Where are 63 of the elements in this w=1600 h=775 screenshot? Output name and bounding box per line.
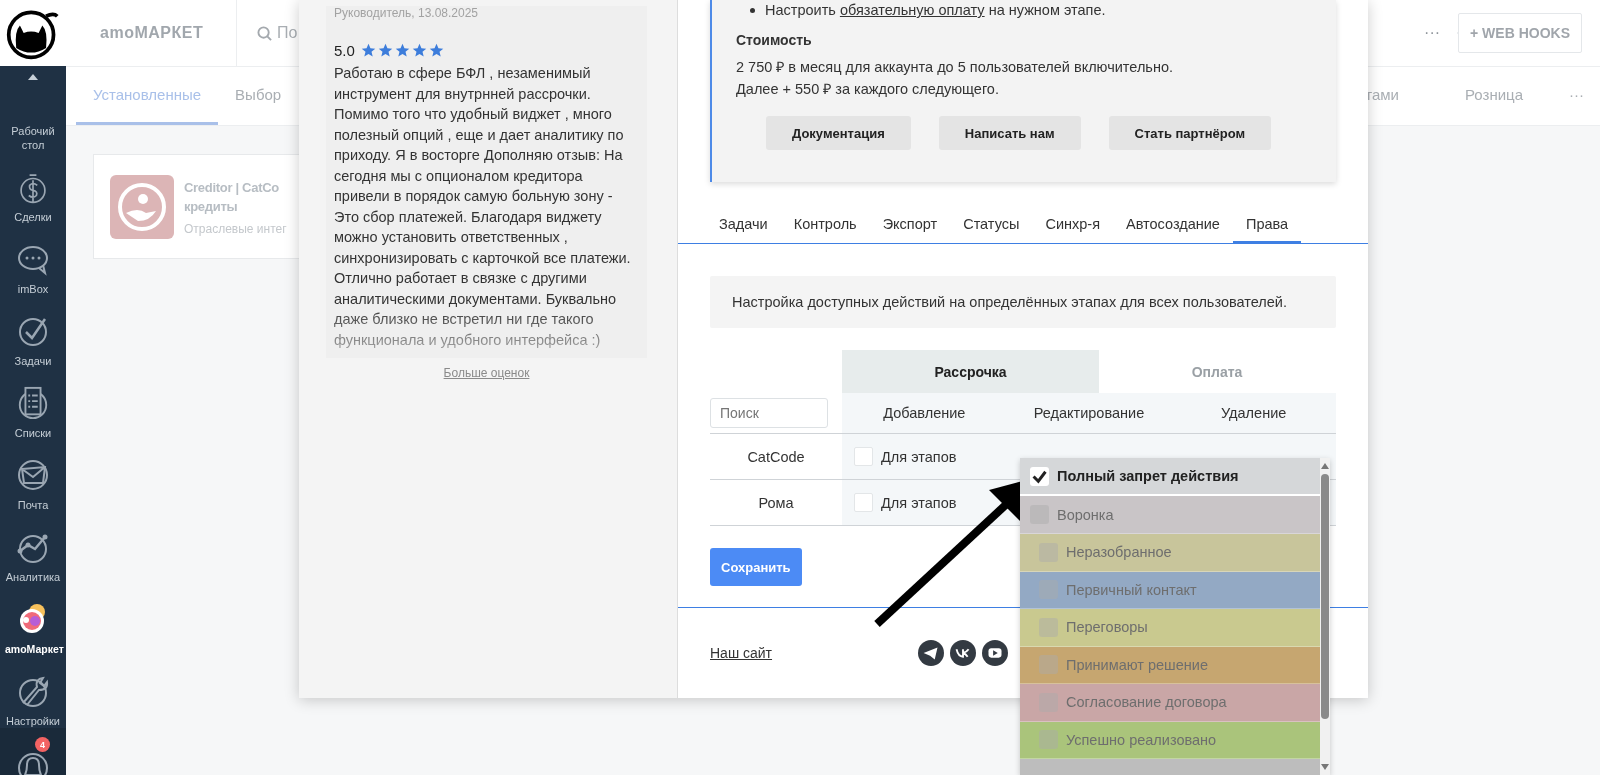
play-icon[interactable] [982, 640, 1009, 666]
star-icon [377, 43, 393, 58]
info-button[interactable]: Написать нам [938, 116, 1081, 150]
list-icon [17, 386, 49, 420]
widget-category: Отраслевые интег [184, 221, 287, 236]
tab[interactable]: Синхр-я [1032, 207, 1113, 243]
column-header: Добавление [882, 404, 967, 423]
checkbox-label: Для этапов [881, 448, 957, 465]
cost-heading: Стоимость [736, 32, 813, 48]
sidebar-item[interactable]: Списки [0, 368, 66, 440]
envelope-icon [17, 458, 49, 492]
info-text: Настроить обязательную оплату на нужном этапе. [765, 2, 1106, 18]
checkbox[interactable] [854, 493, 873, 512]
wrench-icon [17, 674, 49, 708]
star-icon [394, 43, 410, 58]
tab[interactable]: Контроль [780, 207, 870, 243]
tab[interactable]: Статусы [950, 207, 1033, 243]
page-title: amoМАРКЕТ [99, 24, 205, 42]
paper-plane-icon[interactable] [918, 640, 945, 666]
column-header: Редактирование [1032, 404, 1146, 423]
notification-badge: 4 [35, 737, 50, 752]
sidebar-item[interactable]: Настройки [0, 656, 66, 728]
rating-value: 5.0 [334, 42, 355, 59]
widget-subtitle: кредиты [184, 197, 239, 216]
checkbox-label: Для этапов [881, 494, 957, 511]
info-button[interactable]: Стать партнёром [1108, 116, 1272, 150]
social-icon[interactable] [950, 640, 977, 666]
sidebar-item[interactable]: Рабочий стол [0, 80, 66, 152]
price-text: Далее + 550 ₽ за каждого следующего. [736, 80, 1000, 99]
star-icon [411, 43, 427, 58]
scroll-up-icon[interactable] [28, 74, 38, 80]
dropdown-item[interactable]: Полный запрет действия [1020, 458, 1320, 496]
column-header: Удаление [1220, 404, 1288, 423]
tab[interactable]: Автосоздание [1113, 207, 1233, 243]
note-text: Настройка доступных действий на определённых этапах для всех пользователей. [710, 276, 1336, 328]
star-icon [428, 43, 444, 58]
widget-logo-icon [110, 174, 174, 239]
info-button[interactable]: Документация [766, 116, 911, 150]
user-name: Рома [757, 493, 795, 513]
site-link[interactable]: Наш сайт [710, 645, 773, 661]
sidebar-item[interactable]: imBox [0, 224, 66, 296]
sidebar-item[interactable]: amoМаркет [0, 584, 66, 656]
sidebar-item[interactable]: Почта [0, 440, 66, 512]
scroll-down-icon[interactable] [1321, 764, 1329, 770]
star-icon [360, 43, 376, 58]
user-name: CatCode [746, 447, 806, 467]
widget-title: Creditor | CatCo [184, 178, 280, 197]
bullet-icon [750, 7, 755, 13]
review-author: Руководитель, 13.08.2025 [334, 6, 480, 20]
scroll-up-icon[interactable] [1321, 463, 1329, 469]
tab[interactable]: Экспорт [869, 207, 951, 243]
group-tab[interactable]: Рассрочка [842, 350, 1099, 393]
search-field[interactable]: Поиск [710, 398, 828, 428]
sidebar-item[interactable]: Аналитика [0, 512, 66, 584]
sidebar-item[interactable]: Задачи [0, 296, 66, 368]
checkbox[interactable] [854, 447, 873, 466]
sidebar-item[interactable]: Сделки [0, 152, 66, 224]
payment-link[interactable]: обязательную оплату [839, 2, 985, 18]
tab[interactable]: Задачи [706, 207, 781, 243]
search-icon [257, 25, 272, 41]
tab[interactable]: Права [1232, 207, 1302, 243]
scrollbar[interactable] [1320, 458, 1330, 775]
price-text: 2 750 ₽ в месяц для аккаунта до 5 пользователей включительно. [736, 58, 1174, 77]
